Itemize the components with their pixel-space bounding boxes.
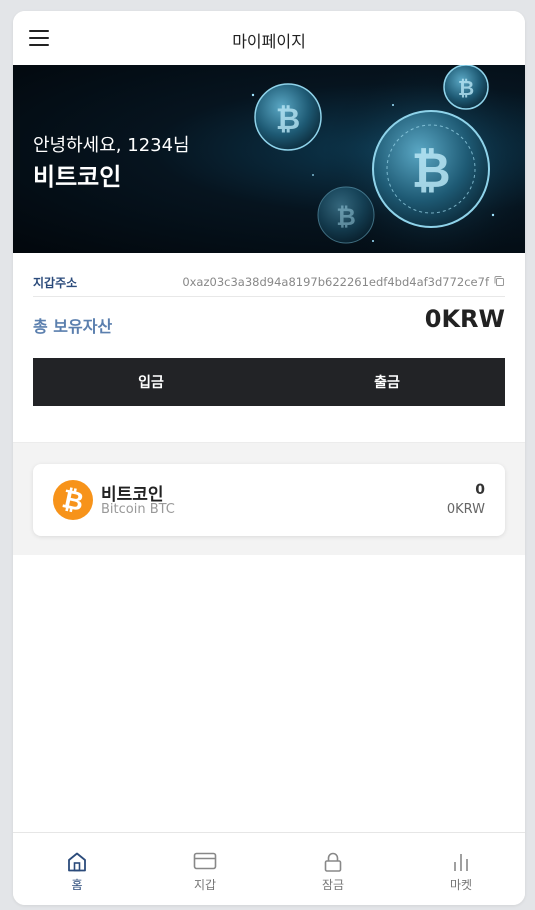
nav-label-market: 마켓 xyxy=(449,878,473,892)
coin-amount: 0 xyxy=(475,482,485,498)
svg-text:₿: ₿ xyxy=(336,203,356,231)
nav-item-lock[interactable]: 잠금 xyxy=(269,833,397,905)
bar-chart-icon xyxy=(454,854,468,871)
coin-title: 비트코인 xyxy=(33,163,122,191)
deposit-button[interactable]: 입금 xyxy=(33,358,269,406)
wallet-address-row: 지갑주소 0xaz03c3a38d94a8197b622261edf4bd4af… xyxy=(33,271,505,297)
coin-krw-value: 0KRW xyxy=(446,502,485,517)
hero-banner: ₿ ₿ ₿ ₿ 안녕하세요, 1234님 비트코인 xyxy=(13,65,525,253)
coin-list: ₿ 비트코인 Bitcoin BTC 0 0KRW xyxy=(13,442,525,555)
bottom-navigation: 홈 지갑 잠금 마켓 xyxy=(13,832,525,905)
svg-text:₿: ₿ xyxy=(458,76,474,100)
nav-item-home[interactable]: 홈 xyxy=(13,833,141,905)
lock-icon xyxy=(324,852,342,872)
wallet-address-label: 지갑주소 xyxy=(33,276,78,290)
nav-label-home: 홈 xyxy=(71,878,83,892)
wallet-address-value: 0xaz03c3a38d94a8197b622261edf4bd4af3d772… xyxy=(182,275,489,289)
nav-label-lock: 잠금 xyxy=(321,878,345,892)
total-assets-value: 0KRW xyxy=(424,305,505,333)
bitcoin-icon: ₿ xyxy=(53,480,93,520)
home-icon xyxy=(68,852,86,872)
svg-text:₿: ₿ xyxy=(276,102,300,137)
app-screen: 마이페이지 ₿ ₿ ₿ ₿ 안녕하세요, 1234님 비트코인 지갑주소 0xa… xyxy=(13,11,525,905)
copy-icon[interactable] xyxy=(493,275,505,287)
svg-text:₿: ₿ xyxy=(411,143,450,199)
coin-card-bitcoin[interactable]: ₿ 비트코인 Bitcoin BTC 0 0KRW xyxy=(33,464,505,536)
greeting-text: 안녕하세요, 1234님 xyxy=(33,135,190,156)
withdraw-button[interactable]: 출금 xyxy=(269,358,505,406)
coin-subtitle: Bitcoin BTC xyxy=(101,502,175,517)
nav-item-market[interactable]: 마켓 xyxy=(397,833,525,905)
total-assets-label: 총 보유자산 xyxy=(33,317,113,336)
nav-item-wallet[interactable]: 지갑 xyxy=(141,833,269,905)
action-buttons: 입금 출금 xyxy=(33,358,505,406)
nav-label-wallet: 지갑 xyxy=(193,878,217,892)
page-title: 마이페이지 xyxy=(232,32,306,51)
top-bar: 마이페이지 xyxy=(13,11,525,65)
wallet-card-icon xyxy=(193,852,217,870)
